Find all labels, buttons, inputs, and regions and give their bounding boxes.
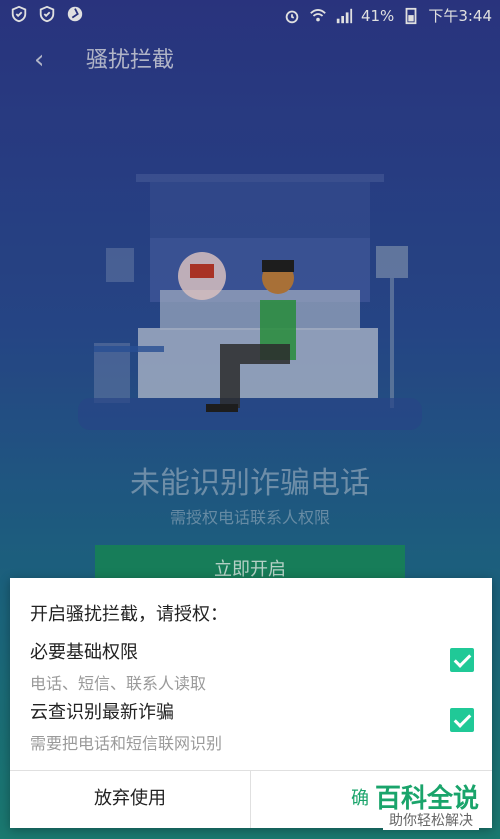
permission-title: 云查识别最新诈骗 bbox=[30, 702, 174, 723]
dialog-title: 开启骚扰拦截，请授权： bbox=[30, 604, 228, 625]
permission-item: 云查识别最新诈骗 需要把电话和短信联网识别 bbox=[30, 698, 490, 754]
cancel-button[interactable]: 放弃使用 bbox=[10, 770, 250, 828]
permission-desc: 需要把电话和短信联网识别 bbox=[30, 734, 223, 753]
watermark-subtitle: 助你轻松解决 bbox=[383, 810, 479, 830]
watermark: 百科全说 助你轻松解决 bbox=[365, 778, 495, 833]
checkbox-cloud-recognition[interactable] bbox=[450, 708, 474, 732]
permission-item: 必要基础权限 电话、短信、联系人读取 bbox=[30, 638, 490, 694]
permission-title: 必要基础权限 bbox=[30, 642, 138, 663]
checkbox-basic-permission[interactable] bbox=[450, 648, 474, 672]
permission-desc: 电话、短信、联系人读取 bbox=[30, 674, 207, 693]
